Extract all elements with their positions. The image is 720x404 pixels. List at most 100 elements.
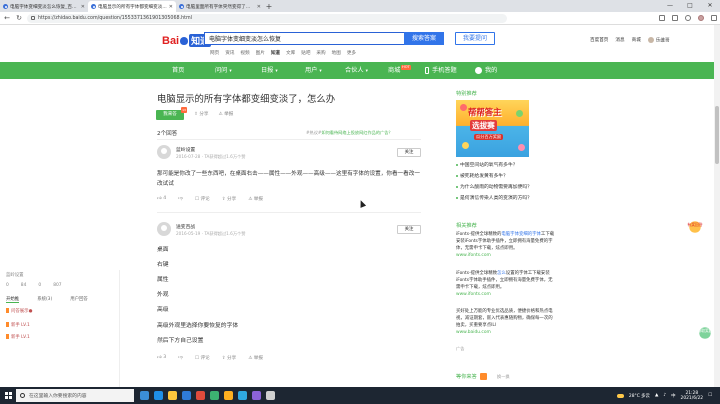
recommend-link[interactable]: 被死耗给发黄有多牛？ [456, 172, 508, 179]
collections-icon[interactable] [672, 15, 678, 21]
app-icon[interactable] [238, 391, 247, 400]
panel-tab[interactable]: 系统(3) [37, 296, 52, 303]
like-button[interactable]: 👍︎ 4 [157, 196, 166, 202]
report-button[interactable]: ⚠ 举报 [248, 355, 263, 361]
answer-username[interactable]: 送变百战 [176, 223, 195, 230]
browser-tab-3[interactable]: 电脑里面所有字体突然变得了怎么办... ✕ [176, 1, 264, 12]
share-button[interactable]: ⇪ 分享 [194, 110, 209, 120]
nav-users[interactable]: 用户 ▾ [305, 62, 322, 79]
nav-mobile-answer[interactable]: 手机答题 [425, 62, 457, 79]
file-explorer-icon[interactable] [168, 391, 177, 400]
answer-button[interactable]: 我来答 13 [156, 107, 187, 120]
scope-tab[interactable]: 地图 [332, 50, 341, 56]
browser-tab-1[interactable]: 电脑字体变细变淡怎么恢复_百度... ✕ [0, 1, 88, 12]
extensions-icon[interactable] [685, 15, 691, 21]
user-menu[interactable]: 乐维哥 [647, 37, 670, 44]
mall-link[interactable]: 商城 [632, 37, 641, 44]
report-button[interactable]: ⚠ 举报 [248, 196, 263, 202]
notification-icon[interactable]: ☐ [708, 393, 712, 398]
scope-tab[interactable]: 网页 [210, 50, 219, 56]
network-icon[interactable]: ▲ [655, 393, 658, 398]
nav-partners[interactable]: 合伙人 ▾ [345, 62, 368, 79]
promo-banner[interactable]: 帮帮答主 选拔赛 瓜分百万奖励 [456, 100, 529, 157]
new-tab-button[interactable]: + [264, 1, 274, 12]
scope-tab[interactable]: 贴吧 [301, 50, 310, 56]
app-icon[interactable] [252, 391, 261, 400]
follow-button[interactable]: 关注 [397, 148, 421, 157]
profile-icon[interactable] [698, 15, 704, 21]
ask-question-button[interactable]: 我要提问 [455, 32, 495, 45]
scrollbar-thumb[interactable] [715, 106, 719, 164]
like-button[interactable]: 👍︎ 3 [157, 355, 166, 361]
browser-tab-2[interactable]: 电脑显示的所有字体都变细变淡... ✕ [88, 1, 176, 12]
reward-answer-float[interactable]: 有奖回答 [684, 218, 706, 236]
scope-tab[interactable]: 图片 [256, 50, 265, 56]
claim-reward-float[interactable]: 领取奖励 [694, 324, 716, 342]
app-icon[interactable] [224, 391, 233, 400]
recommend-link[interactable]: 中国空间站的氧气有多牛？ [456, 161, 518, 168]
avatar[interactable] [157, 145, 171, 159]
edge-browser-icon[interactable] [154, 391, 163, 400]
app-icon[interactable] [266, 391, 275, 400]
messages-link[interactable]: 消息 [615, 37, 624, 44]
home-link[interactable]: 百度首页 [590, 37, 608, 44]
related-ad[interactable]: 买好处上万能的专业优选品质，便捷价格和热点电视，减证期套，嵌入代表惠随购物，确保… [456, 308, 556, 336]
hot-topic-promo[interactable]: #热议#如何看待网络上投放网红作品的广告？ [306, 130, 393, 136]
url-field[interactable]: https://zhidao.baidu.com/question/155337… [27, 13, 507, 23]
panel-item[interactable]: 问答展示● [6, 308, 32, 314]
maximize-button[interactable]: □ [680, 0, 700, 12]
weather-text[interactable]: 28°C 多云 [629, 393, 650, 399]
minimize-button[interactable]: — [660, 0, 680, 12]
close-icon[interactable]: ✕ [169, 4, 173, 10]
close-icon[interactable]: ✕ [81, 4, 85, 10]
page-scrollbar[interactable] [714, 25, 720, 387]
recommend-link[interactable]: 为什么酸雨的动物需要再加便吗？ [456, 183, 532, 190]
nav-mine[interactable]: 我的 [475, 62, 497, 79]
input-language[interactable]: 中 [671, 393, 675, 399]
comment-button[interactable]: ☐ 评论 [195, 355, 210, 361]
search-button[interactable]: 搜索答案 [404, 32, 444, 45]
app-icon[interactable] [210, 391, 219, 400]
share-button[interactable]: ⇪ 分享 [222, 196, 237, 202]
avatar[interactable] [157, 222, 171, 236]
back-arrow-icon[interactable]: ← [3, 14, 11, 22]
panel-tab[interactable]: 用户回答 [70, 296, 88, 303]
report-button[interactable]: ⚠ 举报 [219, 110, 234, 120]
scope-tab[interactable]: 采购 [316, 50, 325, 56]
related-ad[interactable]: iFonts-提供全球精致的电脑字体变细的字体工下载安装iFonts字体助手插件… [456, 231, 556, 259]
close-icon[interactable]: ✕ [257, 4, 261, 10]
start-button[interactable] [0, 387, 16, 404]
favorites-icon[interactable] [659, 15, 665, 21]
panel-item[interactable]: 新手 LV.1 [6, 322, 30, 328]
panel-item[interactable]: 新手 LV.1 [6, 334, 30, 340]
task-view-icon[interactable] [140, 391, 149, 400]
app-icon[interactable] [182, 391, 191, 400]
scope-tab[interactable]: 文库 [286, 50, 295, 56]
volume-icon[interactable]: ♪ [663, 393, 666, 398]
panel-tab[interactable]: 开始推 [6, 296, 20, 303]
nav-daily[interactable]: 日报 ▾ [261, 62, 278, 79]
close-window-button[interactable]: ✕ [700, 0, 720, 12]
more-icon[interactable] [711, 15, 717, 21]
app-icon[interactable] [196, 391, 205, 400]
recommend-link[interactable]: 是何演信传染人类的变演的方吗？ [456, 194, 532, 201]
scope-tab[interactable]: 资讯 [225, 50, 234, 56]
answer-username[interactable]: 蓝岭设置 [176, 146, 195, 153]
follow-button[interactable]: 关注 [397, 225, 421, 234]
scope-tab-current[interactable]: 知道 [271, 50, 280, 56]
reload-icon[interactable]: ↻ [15, 14, 23, 22]
scope-tab[interactable]: 视频 [240, 50, 249, 56]
dislike-button[interactable]: 👎︎ [178, 196, 183, 202]
share-button[interactable]: ⇪ 分享 [222, 355, 237, 361]
comment-button[interactable]: ☐ 评论 [195, 196, 210, 202]
related-ad[interactable]: iFonts-提供全球精致怎么设置的字体工下载安装iFonts字体助手插件，立即… [456, 270, 556, 298]
nav-mall[interactable]: 商城 HOT [388, 62, 411, 79]
refresh-link[interactable]: 换一换 [497, 374, 510, 380]
dislike-button[interactable]: 👎︎ [178, 355, 183, 361]
clock[interactable]: 21:28 2021/6/22 [681, 391, 704, 401]
search-input[interactable]: 电脑字体变细变淡怎么恢复 [204, 32, 404, 45]
scope-tab[interactable]: 更多 [347, 50, 356, 56]
taskbar-search[interactable]: 在这里输入你要搜索的内容 [16, 389, 134, 402]
nav-home[interactable]: 首页 [172, 62, 184, 79]
nav-questions[interactable]: 问问 ▾ [215, 62, 232, 79]
